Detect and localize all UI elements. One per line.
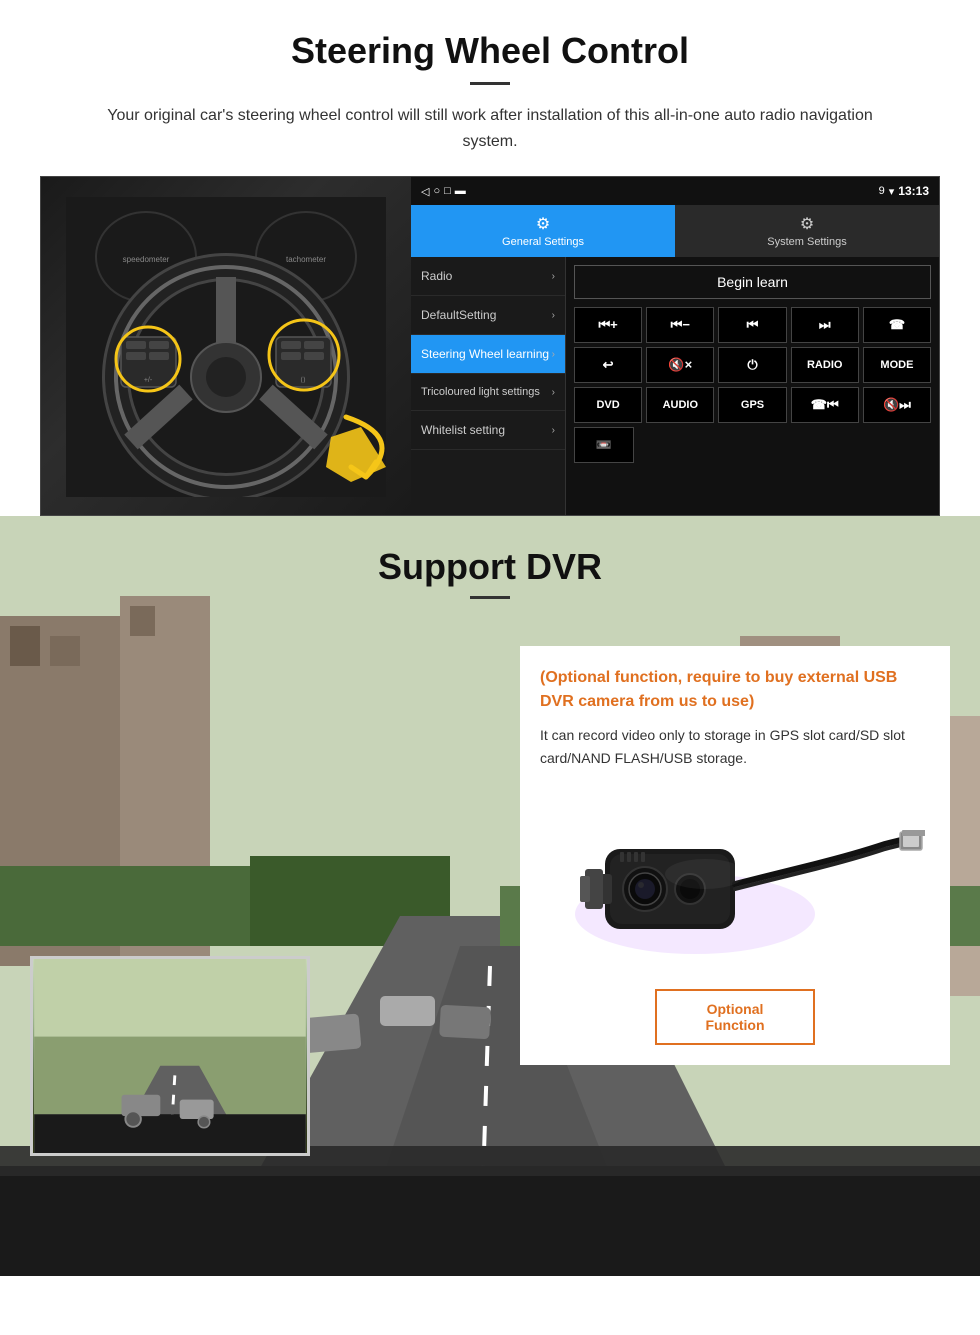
statusbar: ◁ ○ □ ▬ 9 ▾ 13:13 — [411, 177, 939, 205]
svg-text:⟨⟩: ⟨⟩ — [300, 376, 306, 384]
dvr-optional-title: (Optional function, require to buy exter… — [540, 666, 930, 714]
ctrl-phone-prev[interactable]: ☎⏮ — [791, 387, 859, 423]
dvr-title: Support DVR — [0, 546, 980, 588]
menu-radio-label: Radio — [421, 269, 452, 283]
chevron-icon: › — [552, 387, 555, 398]
ctrl-next[interactable]: ⏭ — [791, 307, 859, 343]
ctrl-mode[interactable]: MODE — [863, 347, 931, 383]
dvr-camera-svg — [545, 794, 925, 964]
dvr-info-box: (Optional function, require to buy exter… — [520, 646, 950, 1065]
menu-default-label: DefaultSetting — [421, 308, 496, 322]
android-panel: Begin learn ⏮+ ⏮− ⏮ ⏭ ☎ ↩ — [566, 257, 939, 515]
steering-wheel-svg: speedometer tachometer +/- — [66, 197, 386, 497]
ctrl-mute-next[interactable]: 🔇⏭ — [863, 387, 931, 423]
tab-system[interactable]: ⚙ System Settings — [675, 205, 939, 257]
dvr-small-inner — [33, 959, 307, 1153]
steering-section: Steering Wheel Control Your original car… — [0, 0, 980, 516]
dvr-description: It can record video only to storage in G… — [540, 724, 930, 769]
signal-icon: 9 — [879, 185, 885, 197]
svg-text:speedometer: speedometer — [123, 255, 170, 264]
dvr-section: Support DVR (Optional function, require … — [0, 516, 980, 1276]
svg-text:+/-: +/- — [144, 377, 153, 384]
menu-item-default[interactable]: DefaultSetting › — [411, 296, 565, 335]
tab-general-label: General Settings — [502, 236, 584, 248]
ui-screenshot: speedometer tachometer +/- — [40, 176, 940, 516]
chevron-icon: › — [552, 425, 555, 436]
control-row-2: ↩ 🔇× ⏻ RADIO MODE — [574, 347, 931, 383]
control-row-3: DVD AUDIO GPS ☎⏮ 🔇⏭ — [574, 387, 931, 423]
android-content: Radio › DefaultSetting › Steering Wheel … — [411, 257, 939, 515]
home-icon: ○ — [433, 185, 440, 197]
menu-tricoloured-label: Tricoloured light settings — [421, 386, 540, 398]
menu-icon: ▬ — [455, 185, 466, 197]
tab-general[interactable]: ⚙ General Settings — [411, 205, 675, 257]
tab-system-label: System Settings — [767, 236, 846, 248]
chevron-icon: › — [552, 349, 555, 360]
steering-photo: speedometer tachometer +/- — [41, 177, 411, 516]
ctrl-dvd[interactable]: DVD — [574, 387, 642, 423]
statusbar-status-icons: 9 ▾ 13:13 — [879, 184, 929, 198]
wifi-icon: ▾ — [889, 185, 895, 198]
ctrl-mute[interactable]: 🔇× — [646, 347, 714, 383]
dvr-title-area: Support DVR — [0, 516, 980, 609]
optional-function-button[interactable]: Optional Function — [655, 989, 815, 1045]
ctrl-power[interactable]: ⏻ — [718, 347, 786, 383]
ctrl-back[interactable]: ↩ — [574, 347, 642, 383]
chevron-icon: › — [552, 271, 555, 282]
svg-text:tachometer: tachometer — [286, 255, 326, 264]
menu-item-whitelist[interactable]: Whitelist setting › — [411, 411, 565, 450]
android-ui: ◁ ○ □ ▬ 9 ▾ 13:13 ⚙ General Settings — [411, 177, 939, 515]
steering-subtitle: Your original car's steering wheel contr… — [80, 103, 900, 154]
menu-steering-label: Steering Wheel learning — [421, 347, 549, 361]
ctrl-cam[interactable]: 📼 — [574, 427, 634, 463]
ctrl-vol-down[interactable]: ⏮− — [646, 307, 714, 343]
android-tabs: ⚙ General Settings ⚙ System Settings — [411, 205, 939, 257]
system-icon: ⚙ — [800, 214, 814, 234]
statusbar-time: 13:13 — [898, 184, 929, 198]
android-menu: Radio › DefaultSetting › Steering Wheel … — [411, 257, 566, 515]
settings-icon: ⚙ — [536, 214, 550, 234]
panel-top: Begin learn — [574, 265, 931, 299]
title-divider — [470, 82, 510, 85]
begin-learn-button[interactable]: Begin learn — [574, 265, 931, 299]
ctrl-gps[interactable]: GPS — [718, 387, 786, 423]
statusbar-nav-icons: ◁ ○ □ ▬ — [421, 185, 466, 198]
ctrl-phone[interactable]: ☎ — [863, 307, 931, 343]
back-icon: ◁ — [421, 185, 429, 198]
dvr-camera-image — [540, 789, 930, 969]
ctrl-radio[interactable]: RADIO — [791, 347, 859, 383]
control-grid: ⏮+ ⏮− ⏮ ⏭ ☎ ↩ 🔇× ⏻ RADIO MODE — [574, 307, 931, 463]
dvr-divider — [470, 596, 510, 599]
menu-item-tricoloured[interactable]: Tricoloured light settings › — [411, 374, 565, 411]
menu-item-radio[interactable]: Radio › — [411, 257, 565, 296]
control-row-4: 📼 — [574, 427, 931, 463]
steering-title: Steering Wheel Control — [40, 30, 940, 72]
dvr-small-svg — [33, 959, 307, 1153]
ctrl-vol-up[interactable]: ⏮+ — [574, 307, 642, 343]
control-row-1: ⏮+ ⏮− ⏮ ⏭ ☎ — [574, 307, 931, 343]
menu-whitelist-label: Whitelist setting — [421, 423, 505, 437]
chevron-icon: › — [552, 310, 555, 321]
menu-item-steering[interactable]: Steering Wheel learning › — [411, 335, 565, 374]
recent-icon: □ — [444, 185, 451, 197]
ctrl-prev[interactable]: ⏮ — [718, 307, 786, 343]
dvr-small-view — [30, 956, 310, 1156]
ctrl-audio[interactable]: AUDIO — [646, 387, 714, 423]
